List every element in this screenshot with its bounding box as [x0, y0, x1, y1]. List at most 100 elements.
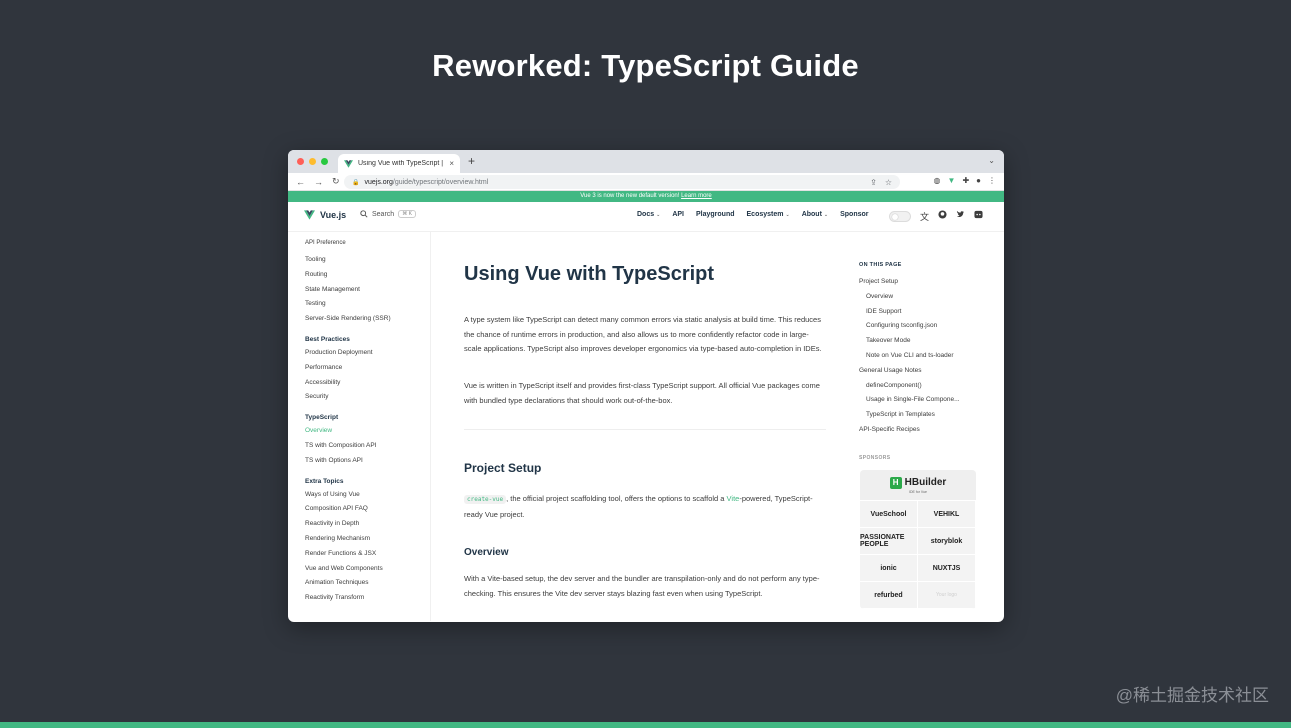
sidebar-item[interactable]: Rendering Mechanism — [305, 532, 430, 547]
sponsor-logo[interactable]: NUXTJS — [918, 555, 976, 582]
sponsor-logo[interactable]: VEHIKL — [918, 501, 976, 528]
new-tab-button[interactable]: + — [468, 154, 475, 168]
sponsor-logo[interactable]: storyblok — [918, 528, 976, 555]
slide-title: Reworked: TypeScript Guide — [432, 48, 859, 83]
bookmark-star-icon[interactable]: ☆ — [885, 178, 892, 187]
site-logo[interactable]: Vue.js — [304, 210, 346, 220]
toc-link[interactable]: Usage in Single-File Compone... — [859, 393, 960, 408]
dark-mode-toggle[interactable] — [889, 211, 911, 222]
sidebar-item[interactable]: Reactivity in Depth — [305, 517, 430, 532]
sidebar-item[interactable]: Testing — [305, 297, 430, 312]
toc-link[interactable]: Overview — [859, 290, 960, 305]
toc-link[interactable]: API-Specific Recipes — [859, 423, 960, 438]
sidebar-top-item[interactable]: API Preference — [305, 240, 430, 246]
nav-item-docs[interactable]: Docs ⌄ — [637, 211, 660, 218]
sponsor-logo[interactable]: refurbed — [860, 582, 918, 609]
sponsor-logo[interactable]: PASSIONATE PEOPLE — [860, 528, 918, 555]
sidebar-group-title: Best Practices — [305, 335, 350, 343]
sidebar-item[interactable]: Performance — [305, 361, 430, 376]
puzzle-icon[interactable]: ✚ — [962, 176, 969, 185]
sidebar-item[interactable]: Server-Side Rendering (SSR) — [305, 312, 430, 327]
toc-link[interactable]: Configuring tsconfig.json — [859, 319, 960, 334]
nav-item-playground[interactable]: Playground — [696, 211, 735, 218]
address-bar[interactable]: 🔒 vuejs.org/guide/typescript/overview.ht… — [344, 175, 900, 189]
intro-paragraph: A type system like TypeScript can detect… — [464, 315, 822, 353]
maximize-window-button[interactable] — [321, 158, 328, 165]
site-navbar: Vue.js Search ⌘ K Docs ⌄ API Playground Ecos… — [288, 202, 1004, 232]
toc-link[interactable]: Project Setup — [859, 275, 960, 290]
share-icon[interactable]: ⇪ — [870, 178, 877, 187]
vue-logo-icon — [344, 159, 353, 168]
sidebar-item[interactable]: Tooling — [305, 253, 430, 268]
github-icon[interactable] — [938, 210, 947, 219]
sidebar-item[interactable]: Overview — [305, 424, 430, 439]
nav-item-sponsor[interactable]: Sponsor — [840, 211, 868, 218]
hbuilder-name: HBuilder — [904, 477, 947, 488]
sponsor-hbuilder[interactable]: H HBuilder IDE for Vue — [860, 470, 976, 501]
banner-learn-more-link[interactable]: Learn more — [681, 193, 712, 199]
discord-icon[interactable] — [974, 210, 983, 219]
tab-close-icon[interactable]: × — [449, 159, 454, 168]
sidebar-item[interactable]: Animation Techniques — [305, 576, 430, 591]
profile-icon[interactable]: ● — [976, 176, 981, 185]
tab-list-chevron-icon[interactable]: ⌄ — [988, 156, 995, 165]
sponsors-panel: H HBuilder IDE for Vue VueSchool VEHIKL PA… — [860, 470, 976, 609]
nav-item-ecosystem[interactable]: Ecosystem ⌄ — [747, 211, 790, 218]
sponsor-logo[interactable]: Your logo — [918, 582, 976, 609]
minimize-window-button[interactable] — [309, 158, 316, 165]
toc-link[interactable]: General Usage Notes — [859, 364, 960, 379]
sidebar-item[interactable]: State Management — [305, 283, 430, 298]
forward-icon[interactable]: → — [314, 177, 323, 187]
sidebar-group-title: TypeScript — [305, 414, 339, 422]
nav-item-label: Docs — [637, 211, 655, 218]
search-shortcut: ⌘ K — [398, 210, 416, 218]
toc-link[interactable]: IDE Support — [859, 305, 960, 320]
sidebar: API Preference Tooling Routing State Manag… — [288, 232, 431, 621]
more-menu-icon[interactable]: ⋮ — [988, 176, 996, 185]
reload-icon[interactable]: ↻ — [332, 176, 340, 187]
toc-link[interactable]: defineComponent() — [859, 379, 960, 394]
toc-link[interactable]: Takeover Mode — [859, 334, 960, 349]
sidebar-item[interactable]: Reactivity Transform — [305, 591, 430, 606]
section-divider — [464, 429, 826, 430]
toc-link[interactable]: TypeScript in Templates — [859, 408, 960, 423]
create-vue-link[interactable]: create-vue — [464, 495, 507, 504]
sponsor-logo[interactable]: ionic — [860, 555, 918, 582]
nav-item-label: Playground — [696, 211, 735, 218]
nav-icon-links: 文 — [920, 210, 983, 223]
window-controls — [297, 158, 328, 165]
sidebar-item[interactable]: Ways of Using Vue — [305, 488, 430, 503]
sidebar-item[interactable]: Production Deployment — [305, 346, 430, 361]
sponsor-logo[interactable]: VueSchool — [860, 501, 918, 528]
translate-icon[interactable]: 文 — [920, 210, 929, 223]
nav-item-about[interactable]: About ⌄ — [802, 211, 828, 218]
vite-link[interactable]: Vite — [727, 494, 740, 503]
close-window-button[interactable] — [297, 158, 304, 165]
extension-icon[interactable]: ◍ — [934, 176, 941, 185]
vue-logo-icon — [304, 210, 315, 220]
toc-heading: ON THIS PAGE — [859, 262, 902, 268]
extensions-area: ◍ ▼ ✚ ● ⋮ — [934, 176, 996, 185]
lock-icon: 🔒 — [352, 179, 360, 186]
sidebar-item[interactable]: Accessibility — [305, 376, 430, 391]
watermark: @稀土掘金技术社区 — [1115, 686, 1269, 705]
nav-item-api[interactable]: API — [672, 211, 684, 218]
sidebar-group: Extra Topics Ways of Using Vue Composition… — [305, 474, 430, 606]
search-button[interactable]: Search ⌘ K — [360, 210, 416, 218]
sidebar-item[interactable]: Vue and Web Components — [305, 562, 430, 577]
browser-tab-active[interactable]: Using Vue with TypeScript | V... × — [338, 154, 460, 173]
vue-devtools-icon[interactable]: ▼ — [948, 176, 956, 185]
twitter-icon[interactable] — [956, 210, 965, 219]
sidebar-group-title: Extra Topics — [305, 477, 344, 485]
sidebar-item[interactable]: Security — [305, 390, 430, 405]
section-heading-project-setup: Project Setup — [464, 461, 542, 475]
toc-link[interactable]: Note on Vue CLI and ts-loader — [859, 349, 960, 364]
sidebar-item[interactable]: Composition API FAQ — [305, 502, 430, 517]
back-icon[interactable]: ← — [296, 177, 305, 187]
sidebar-item[interactable]: Routing — [305, 268, 430, 283]
url-path: /guide/typescript/overview.html — [392, 178, 489, 186]
sidebar-item[interactable]: Render Functions & JSX — [305, 547, 430, 562]
sidebar-item[interactable]: TS with Composition API — [305, 439, 430, 454]
sidebar-item[interactable]: TS with Options API — [305, 454, 430, 469]
nav-item-label: Ecosystem — [746, 211, 784, 218]
